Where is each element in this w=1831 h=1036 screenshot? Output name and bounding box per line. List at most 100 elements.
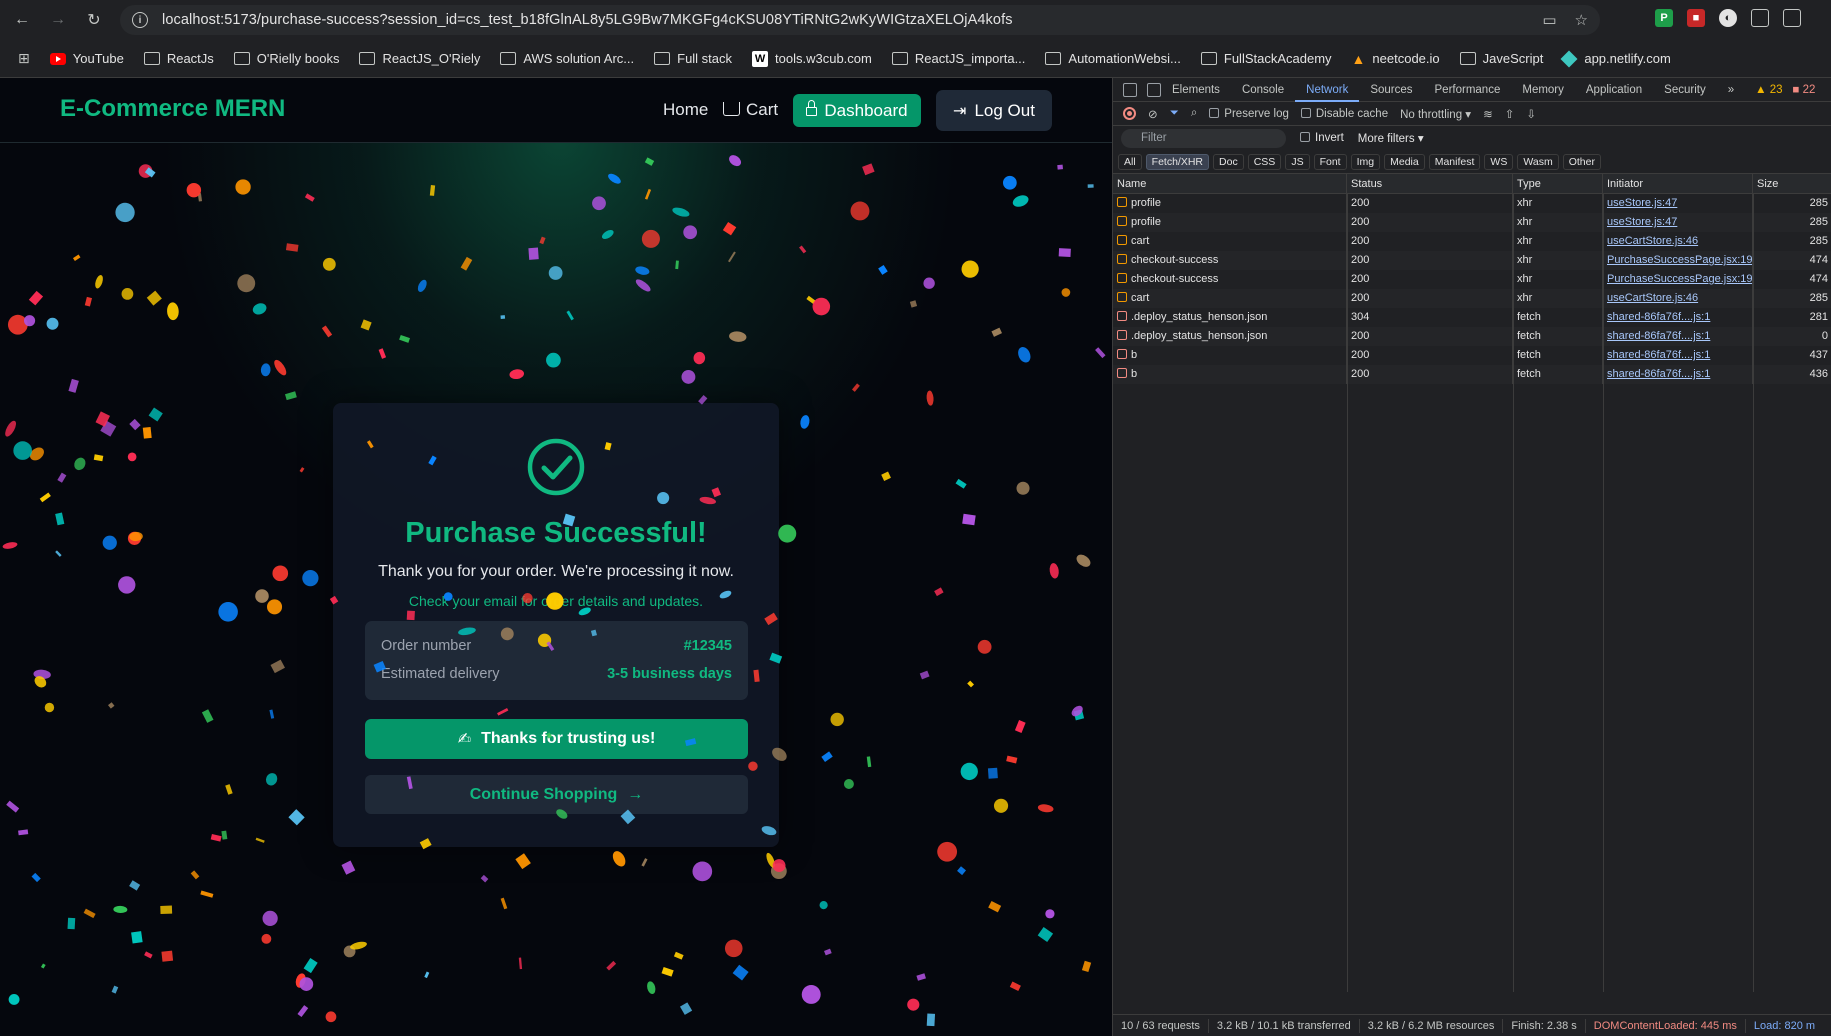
- table-row[interactable]: cart 200 xhr useCartStore.js:46 285: [1113, 232, 1831, 251]
- bookmark-full-stack[interactable]: Full stack: [654, 51, 732, 66]
- bookmark-orielly-books[interactable]: O'Rielly books: [233, 51, 339, 66]
- dashboard-button[interactable]: Dashboard: [793, 94, 921, 127]
- request-name[interactable]: cart: [1113, 232, 1347, 251]
- apps-grid-icon[interactable]: ⊞: [18, 50, 30, 67]
- table-row[interactable]: b 200 fetch shared-86fa76f....js:1 437: [1113, 346, 1831, 365]
- bookmark-fullstackacademy[interactable]: FullStackAcademy: [1200, 51, 1332, 66]
- type-js[interactable]: JS: [1285, 153, 1310, 170]
- request-initiator[interactable]: useCartStore.js:46: [1603, 289, 1753, 308]
- clear-icon[interactable]: ⊘: [1148, 107, 1158, 121]
- tab-network[interactable]: Network: [1295, 78, 1360, 102]
- request-initiator[interactable]: useStore.js:47: [1603, 213, 1753, 232]
- continue-shopping-button[interactable]: Continue Shopping →: [365, 775, 748, 814]
- type-doc[interactable]: Doc: [1213, 153, 1244, 170]
- forward-icon[interactable]: →: [44, 6, 72, 34]
- table-row[interactable]: checkout-success 200 xhr PurchaseSuccessPag…: [1113, 251, 1831, 270]
- tab-sources[interactable]: Sources: [1359, 78, 1423, 102]
- record-icon[interactable]: [1123, 107, 1136, 120]
- bookmark-netlify[interactable]: app.netlify.com: [1560, 50, 1671, 67]
- request-initiator[interactable]: PurchaseSuccessPage.jsx:19: [1603, 270, 1753, 289]
- request-name[interactable]: .deploy_status_henson.json: [1113, 308, 1347, 327]
- brand-logo[interactable]: E-Commerce MERN: [60, 95, 285, 123]
- type-wasm[interactable]: Wasm: [1517, 153, 1559, 170]
- type-other[interactable]: Other: [1562, 153, 1601, 170]
- request-initiator[interactable]: shared-86fa76f....js:1: [1603, 365, 1753, 384]
- bookmark-star-icon[interactable]: ☆: [1575, 11, 1588, 29]
- logout-button[interactable]: ⇥ Log Out: [936, 90, 1052, 131]
- cast-icon[interactable]: ▭: [1542, 11, 1556, 29]
- side-panel-icon[interactable]: [1783, 9, 1801, 27]
- import-har-icon[interactable]: ⇧: [1505, 107, 1515, 121]
- search-icon[interactable]: ⌕: [1191, 107, 1197, 120]
- request-initiator[interactable]: shared-86fa76f....js:1: [1603, 327, 1753, 346]
- nav-cart-link[interactable]: Cart: [723, 100, 778, 120]
- back-icon[interactable]: ←: [8, 6, 36, 34]
- request-initiator[interactable]: useStore.js:47: [1603, 194, 1753, 213]
- request-initiator[interactable]: shared-86fa76f....js:1: [1603, 308, 1753, 327]
- request-initiator[interactable]: shared-86fa76f....js:1: [1603, 346, 1753, 365]
- request-initiator[interactable]: PurchaseSuccessPage.jsx:19: [1603, 251, 1753, 270]
- filter-funnel-icon[interactable]: ⏷: [1170, 107, 1179, 120]
- table-row[interactable]: b 200 fetch shared-86fa76f....js:1 436: [1113, 365, 1831, 384]
- more-filters-dropdown[interactable]: More filters ▾: [1358, 131, 1424, 145]
- preserve-log-checkbox[interactable]: Preserve log: [1209, 107, 1289, 120]
- extensions-puzzle-icon[interactable]: [1751, 9, 1769, 27]
- request-name[interactable]: profile: [1113, 213, 1347, 232]
- table-row[interactable]: profile 200 xhr useStore.js:47 285: [1113, 213, 1831, 232]
- tab-elements[interactable]: Elements: [1161, 78, 1231, 102]
- inspect-element-icon[interactable]: [1123, 82, 1137, 97]
- request-name[interactable]: b: [1113, 365, 1347, 384]
- type-all[interactable]: All: [1118, 153, 1142, 170]
- filter-input[interactable]: Filter: [1121, 128, 1286, 148]
- request-name[interactable]: b: [1113, 346, 1347, 365]
- thanks-button[interactable]: ✍ Thanks for trusting us!: [365, 719, 748, 759]
- table-row[interactable]: profile 200 xhr useStore.js:47 285: [1113, 194, 1831, 213]
- site-info-icon[interactable]: i: [132, 12, 148, 28]
- throttling-select[interactable]: No throttling ▾: [1400, 107, 1471, 121]
- wifi-conditions-icon[interactable]: ≋: [1483, 107, 1493, 121]
- request-name[interactable]: profile: [1113, 194, 1347, 213]
- column-initiator[interactable]: Initiator: [1603, 174, 1753, 193]
- bookmark-javescript[interactable]: JaveScript: [1459, 51, 1543, 66]
- tab-application[interactable]: Application: [1575, 78, 1653, 102]
- tab-security[interactable]: Security: [1653, 78, 1717, 102]
- type-font[interactable]: Font: [1313, 153, 1347, 170]
- request-name[interactable]: checkout-success: [1113, 251, 1347, 270]
- export-har-icon[interactable]: ⇩: [1526, 107, 1536, 121]
- tab-memory[interactable]: Memory: [1511, 78, 1575, 102]
- tab-console[interactable]: Console: [1231, 78, 1295, 102]
- more-tabs-icon[interactable]: »: [1717, 78, 1745, 102]
- bookmark-aws[interactable]: AWS solution Arc...: [500, 51, 634, 66]
- bookmark-reactjs-importa[interactable]: ReactJS_importa...: [891, 51, 1025, 66]
- request-initiator[interactable]: useCartStore.js:46: [1603, 232, 1753, 251]
- bookmark-youtube[interactable]: YouTube: [49, 51, 124, 66]
- request-name[interactable]: cart: [1113, 289, 1347, 308]
- extension-icon-p[interactable]: P: [1655, 9, 1673, 27]
- bookmark-reactjs[interactable]: ReactJs: [143, 51, 214, 66]
- errors-badge[interactable]: ■ 22: [1792, 84, 1815, 96]
- extension-icon-circle[interactable]: ◐: [1719, 9, 1737, 27]
- request-name[interactable]: checkout-success: [1113, 270, 1347, 289]
- reload-icon[interactable]: ↻: [80, 6, 108, 34]
- address-bar[interactable]: i localhost:5173/purchase-success?sessio…: [120, 5, 1600, 35]
- type-fetch-xhr[interactable]: Fetch/XHR: [1145, 153, 1210, 170]
- device-toolbar-icon[interactable]: [1147, 82, 1161, 97]
- nav-home-link[interactable]: Home: [663, 100, 708, 120]
- bookmark-reactjs-oriely[interactable]: ReactJS_O'Riely: [359, 51, 480, 66]
- bookmark-automation[interactable]: AutomationWebsi...: [1045, 51, 1181, 66]
- type-manifest[interactable]: Manifest: [1428, 153, 1481, 170]
- type-css[interactable]: CSS: [1247, 153, 1282, 170]
- table-row[interactable]: checkout-success 200 xhr PurchaseSuccessPag…: [1113, 270, 1831, 289]
- bookmark-w3cub[interactable]: Wtools.w3cub.com: [752, 50, 872, 67]
- disable-cache-checkbox[interactable]: Disable cache: [1300, 107, 1388, 120]
- type-media[interactable]: Media: [1384, 153, 1425, 170]
- type-ws[interactable]: WS: [1484, 153, 1514, 170]
- request-name[interactable]: .deploy_status_henson.json: [1113, 327, 1347, 346]
- column-type[interactable]: Type: [1513, 174, 1603, 193]
- column-size[interactable]: Size: [1753, 174, 1831, 193]
- url-text[interactable]: localhost:5173/purchase-success?session_…: [162, 12, 1013, 28]
- tab-performance[interactable]: Performance: [1424, 78, 1512, 102]
- column-status[interactable]: Status: [1347, 174, 1513, 193]
- table-row[interactable]: .deploy_status_henson.json 304 fetch shared…: [1113, 308, 1831, 327]
- extension-icon-red[interactable]: ■: [1687, 9, 1705, 27]
